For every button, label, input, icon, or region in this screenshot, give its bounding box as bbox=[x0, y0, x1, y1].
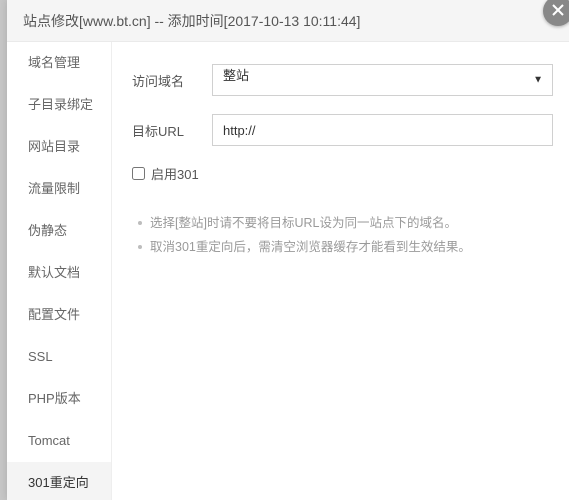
label-enable-301[interactable]: 启用301 bbox=[151, 164, 199, 183]
hint-line: 选择[整站]时请不要将目标URL设为同一站点下的域名。 bbox=[136, 211, 553, 235]
hint-line: 取消301重定向后，需清空浏览器缓存才能看到生效结果。 bbox=[136, 235, 553, 259]
sidebar-item[interactable]: 子目录绑定 bbox=[7, 84, 111, 126]
hints: 选择[整站]时请不要将目标URL设为同一站点下的域名。 取消301重定向后，需清… bbox=[136, 211, 553, 259]
modal-title: 站点修改[www.bt.cn] -- 添加时间[2017-10-13 10:11… bbox=[7, 0, 569, 42]
modal-body: 域名管理子目录绑定网站目录流量限制伪静态默认文档配置文件SSLPHP版本Tomc… bbox=[7, 42, 569, 500]
row-target-url: 目标URL bbox=[132, 114, 553, 146]
row-access-domain: 访问域名 整站 ▼ bbox=[132, 64, 553, 96]
input-target-url[interactable] bbox=[212, 114, 553, 146]
sidebar-item[interactable]: 网站目录 bbox=[7, 126, 111, 168]
background-edge bbox=[0, 0, 7, 500]
sidebar-item[interactable]: 301重定向 bbox=[7, 462, 111, 500]
sidebar-item[interactable]: SSL bbox=[7, 336, 111, 378]
close-icon bbox=[551, 1, 565, 22]
sidebar-item[interactable]: 域名管理 bbox=[7, 42, 111, 84]
label-access-domain: 访问域名 bbox=[132, 71, 212, 90]
field-target-url bbox=[212, 114, 553, 146]
label-target-url: 目标URL bbox=[132, 121, 212, 140]
sidebar-item[interactable]: PHP版本 bbox=[7, 378, 111, 420]
sidebar-item[interactable]: 伪静态 bbox=[7, 210, 111, 252]
field-access-domain: 整站 ▼ bbox=[212, 64, 553, 96]
sidebar-item[interactable]: 配置文件 bbox=[7, 294, 111, 336]
sidebar-item[interactable]: 流量限制 bbox=[7, 168, 111, 210]
row-enable-301: 启用301 bbox=[132, 164, 553, 183]
site-settings-modal: 站点修改[www.bt.cn] -- 添加时间[2017-10-13 10:11… bbox=[7, 0, 569, 500]
checkbox-enable-301[interactable] bbox=[132, 167, 145, 180]
sidebar: 域名管理子目录绑定网站目录流量限制伪静态默认文档配置文件SSLPHP版本Tomc… bbox=[7, 42, 112, 500]
sidebar-item[interactable]: Tomcat bbox=[7, 420, 111, 462]
sidebar-item[interactable]: 默认文档 bbox=[7, 252, 111, 294]
select-access-domain[interactable]: 整站 bbox=[212, 64, 553, 96]
panel-301-redirect: 访问域名 整站 ▼ 目标URL 启用301 选择[整站]时请不要将目标URL设为… bbox=[112, 42, 569, 500]
